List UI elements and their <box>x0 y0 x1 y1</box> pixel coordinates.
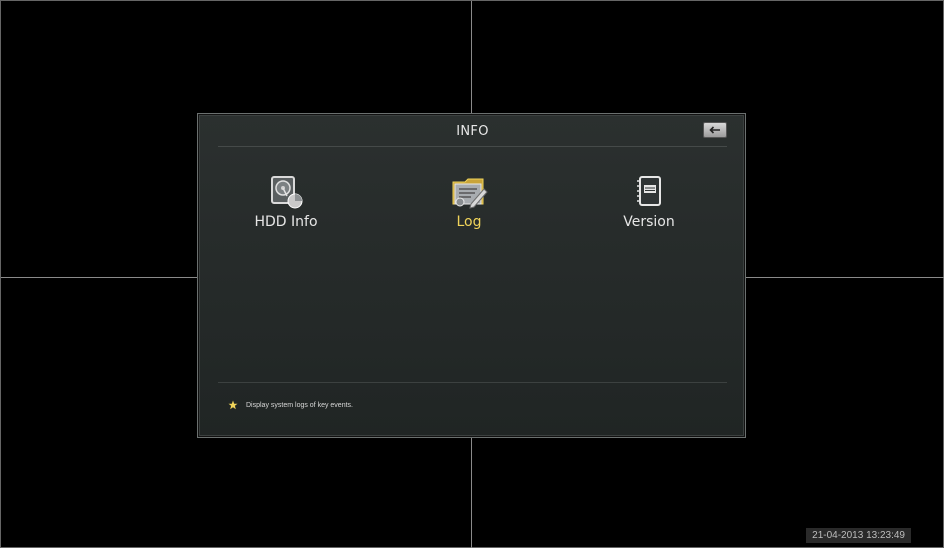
dialog-footer-divider <box>218 382 727 383</box>
datetime-display: 21-04-2013 13:23:49 <box>806 528 911 543</box>
hdd-icon <box>271 176 303 209</box>
menu-item-label-version: Version <box>623 214 675 230</box>
dvr-screen: INFO HDD Info Log Version Display system… <box>0 0 944 548</box>
log-icon <box>452 178 488 209</box>
menu-item-version[interactable]: Version <box>579 174 719 230</box>
hint-text: Display system logs of key events. <box>246 401 353 409</box>
back-arrow-icon <box>709 126 720 134</box>
star-icon <box>228 400 238 410</box>
menu-item-label-log: Log <box>456 214 482 230</box>
info-menu: HDD Info Log Version <box>198 174 747 254</box>
back-button[interactable] <box>703 122 727 138</box>
dialog-title: INFO <box>456 124 489 139</box>
dialog-titlebar: INFO <box>218 120 727 147</box>
menu-item-log[interactable]: Log <box>399 174 539 230</box>
hint-bar: Display system logs of key events. <box>228 400 353 410</box>
menu-item-label-hdd-info: HDD Info <box>254 214 318 230</box>
version-icon <box>637 176 661 206</box>
info-dialog: INFO HDD Info Log Version Display system… <box>197 113 746 438</box>
menu-item-hdd-info[interactable]: HDD Info <box>216 174 356 230</box>
